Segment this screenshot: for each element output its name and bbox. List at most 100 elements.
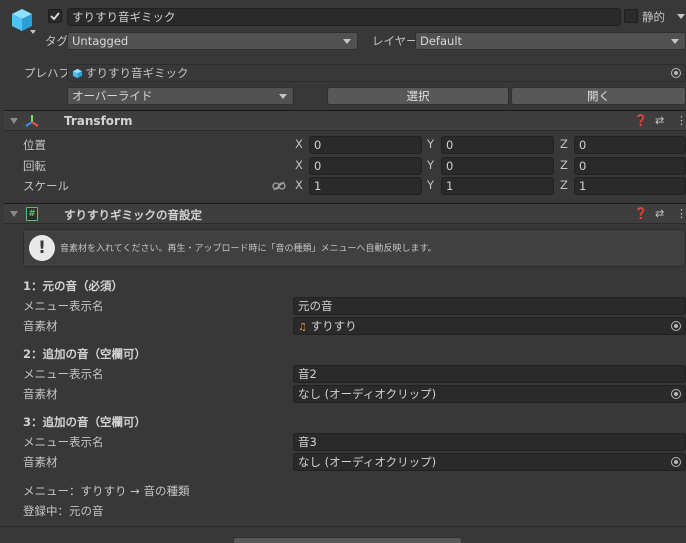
presets-icon[interactable]: ⇄ — [655, 114, 664, 127]
transform-header[interactable]: Transform ❓ ⇄ ⋮ — [4, 110, 686, 131]
prefab-cube-icon — [72, 68, 83, 79]
prefab-label: プレハブ — [24, 66, 70, 80]
warning-info-icon: ! — [29, 235, 55, 261]
object-name-value: すりすり音ギミック — [72, 10, 176, 24]
position-label: 位置 — [23, 138, 46, 152]
scale-label: スケール — [23, 179, 69, 193]
kebab-menu-icon[interactable]: ⋮ — [676, 207, 686, 220]
divider — [0, 526, 686, 527]
fold-arrow-icon[interactable] — [10, 211, 18, 217]
kebab-menu-icon[interactable]: ⋮ — [676, 114, 686, 127]
position-y-axis-label[interactable]: Y — [427, 137, 434, 151]
position-x-axis-label[interactable]: X — [295, 137, 303, 151]
tag-label: タグ — [45, 34, 68, 48]
layer-label: レイヤー — [372, 34, 418, 48]
component-title: すりすりギミックの音設定 — [64, 208, 202, 222]
layer-dropdown[interactable]: Default — [415, 32, 686, 50]
scale-x-value: 1 — [314, 179, 322, 193]
section-2-heading: 2：追加の音（空欄可） — [23, 347, 147, 361]
layer-value: Default — [420, 34, 463, 48]
position-y-value: 0 — [446, 138, 454, 152]
position-x-field[interactable]: 0 — [309, 136, 422, 154]
object-picker-icon[interactable] — [671, 321, 681, 331]
position-z-axis-label[interactable]: Z — [560, 137, 568, 151]
scale-z-field[interactable]: 1 — [574, 177, 686, 195]
chevron-down-icon — [279, 94, 287, 99]
script-icon: # — [26, 207, 38, 221]
help-message: 音素材を入れてください。再生・アップロード時に「音の種類」メニューへ自動反映しま… — [60, 244, 437, 254]
rotation-x-axis-label[interactable]: X — [295, 158, 303, 172]
static-checkbox[interactable] — [624, 9, 638, 23]
scale-z-value: 1 — [579, 179, 587, 193]
section-3-menu-label: メニュー表示名 — [23, 435, 104, 449]
constrain-proportions-icon[interactable] — [272, 181, 286, 191]
section-1-clip-value: すりすり — [310, 319, 357, 333]
rotation-y-value: 0 — [446, 159, 454, 173]
section-3-clip-field[interactable]: なし (オーディオクリップ) — [293, 453, 686, 471]
rotation-x-value: 0 — [314, 159, 322, 173]
section-2-clip-label: 音素材 — [23, 387, 58, 401]
section-3-clip-label: 音素材 — [23, 455, 58, 469]
rotation-z-field[interactable]: 0 — [574, 157, 686, 175]
position-z-field[interactable]: 0 — [574, 136, 686, 154]
section-3-clip-value: なし (オーディオクリップ) — [298, 455, 437, 469]
section-2-menu-value: 音2 — [298, 367, 317, 381]
rotation-y-field[interactable]: 0 — [441, 157, 554, 175]
transform-title: Transform — [64, 114, 133, 128]
section-2-clip-field[interactable]: なし (オーディオクリップ) — [293, 385, 686, 403]
menu-path-text: メニュー：すりすり → 音の種類 — [23, 484, 190, 498]
object-picker-icon[interactable] — [671, 68, 681, 78]
section-3-menu-field[interactable]: 音3 — [293, 433, 686, 451]
section-1-menu-label: メニュー表示名 — [23, 299, 104, 313]
section-1-menu-value: 元の音 — [298, 299, 333, 313]
scale-z-axis-label[interactable]: Z — [560, 178, 568, 192]
position-y-field[interactable]: 0 — [441, 136, 554, 154]
scale-x-axis-label[interactable]: X — [295, 178, 303, 192]
section-3-heading: 3：追加の音（空欄可） — [23, 415, 147, 429]
presets-icon[interactable]: ⇄ — [655, 207, 664, 220]
scale-y-axis-label[interactable]: Y — [427, 178, 434, 192]
section-3-menu-value: 音3 — [298, 435, 317, 449]
section-1-heading: 1：元の音（必須） — [23, 279, 124, 293]
tag-dropdown[interactable]: Untagged — [67, 32, 358, 50]
transform-axes-icon — [25, 115, 39, 127]
help-box: ! 音素材を入れてください。再生・アップロード時に「音の種類」メニューへ自動反映… — [23, 229, 686, 267]
section-2-menu-field[interactable]: 音2 — [293, 365, 686, 383]
prefab-asset-name: すりすり音ギミック — [85, 66, 189, 80]
icon-dropdown-arrow[interactable] — [30, 30, 36, 34]
overrides-dropdown[interactable]: オーバーライド — [67, 87, 294, 105]
object-name-field[interactable]: すりすり音ギミック — [67, 8, 621, 26]
registered-text: 登録中：元の音 — [23, 504, 104, 518]
audio-clip-icon: ♫ — [298, 322, 307, 333]
active-checkbox[interactable] — [48, 9, 62, 23]
add-component-button[interactable] — [233, 537, 462, 543]
position-x-value: 0 — [314, 138, 322, 152]
component-header[interactable]: # すりすりギミックの音設定 ❓ ⇄ ⋮ — [4, 203, 686, 224]
overrides-label: オーバーライド — [72, 89, 153, 103]
rotation-label: 回転 — [23, 159, 46, 173]
object-header: すりすり音ギミック 静的 タグ Untagged レイヤー Default プレ… — [0, 0, 686, 105]
fold-arrow-icon[interactable] — [10, 118, 18, 124]
rotation-y-axis-label[interactable]: Y — [427, 158, 434, 172]
section-2-clip-value: なし (オーディオクリップ) — [298, 387, 437, 401]
section-1-menu-field[interactable]: 元の音 — [293, 297, 686, 315]
section-2-menu-label: メニュー表示名 — [23, 367, 104, 381]
scale-x-field[interactable]: 1 — [309, 177, 422, 195]
prefab-asset-field[interactable]: すりすり音ギミック — [67, 64, 686, 82]
static-dropdown-arrow[interactable] — [677, 14, 685, 19]
help-icon[interactable]: ❓ — [634, 114, 648, 127]
object-picker-icon[interactable] — [671, 457, 681, 467]
rotation-z-axis-label[interactable]: Z — [560, 158, 568, 172]
help-icon[interactable]: ❓ — [634, 207, 648, 220]
static-label: 静的 — [642, 10, 665, 24]
scale-y-value: 1 — [446, 179, 454, 193]
rotation-x-field[interactable]: 0 — [309, 157, 422, 175]
section-1-clip-field[interactable]: ♫ すりすり — [293, 317, 686, 335]
section-1-clip-label: 音素材 — [23, 319, 58, 333]
tag-value: Untagged — [72, 34, 129, 48]
open-button[interactable]: 開く — [511, 87, 686, 105]
scale-y-field[interactable]: 1 — [441, 177, 554, 195]
object-picker-icon[interactable] — [671, 389, 681, 399]
chevron-down-icon — [671, 39, 679, 44]
select-button[interactable]: 選択 — [327, 87, 509, 105]
